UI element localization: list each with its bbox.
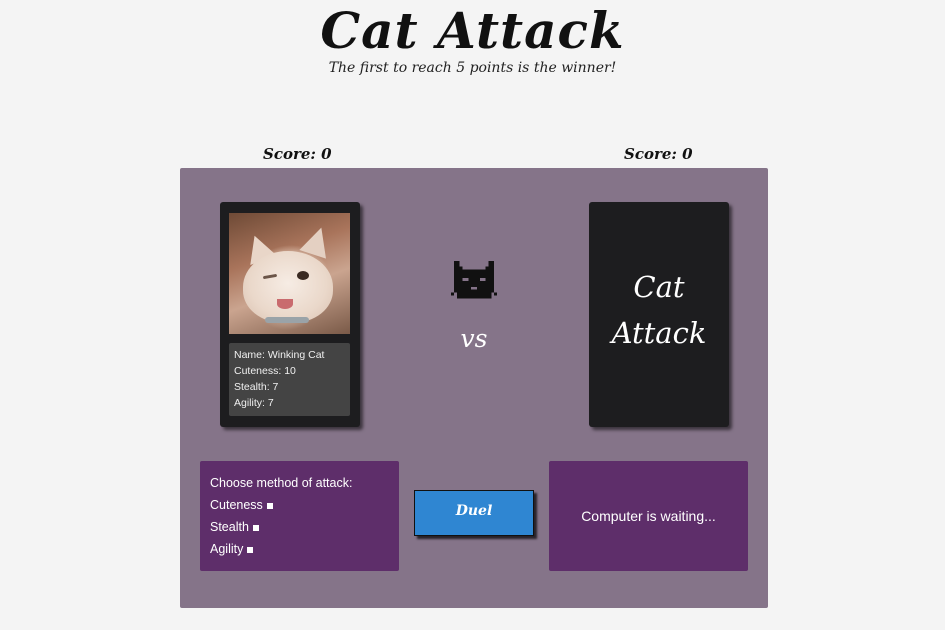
card-back-line2: Attack [611, 316, 707, 350]
checkbox-icon[interactable] [247, 546, 254, 553]
stat-agility: Agility: 7 [234, 397, 274, 409]
game-subtitle: The first to reach 5 points is the winne… [328, 60, 617, 76]
computer-status-text: Computer is waiting... [581, 508, 716, 524]
game-title: Cat Attack [320, 1, 625, 60]
cat-photo [229, 213, 350, 334]
attack-prompt: Choose method of attack: [210, 476, 353, 490]
player-score: Score: 0 [263, 145, 332, 163]
attack-option-label: Stealth [210, 520, 249, 534]
attack-option-agility[interactable]: Agility [210, 541, 389, 563]
attack-option-label: Cuteness [210, 498, 263, 512]
cat-face-icon [451, 258, 497, 304]
stat-name: Name: Winking Cat [234, 349, 325, 361]
stat-cuteness: Cuteness: 10 [234, 365, 296, 377]
card-back-line1: Cat [633, 270, 685, 304]
card-back-title: Cat Attack [589, 264, 729, 356]
attack-option-stealth[interactable]: Stealth [210, 519, 389, 541]
vs-label: vs [460, 324, 488, 353]
checkbox-icon[interactable] [252, 524, 259, 531]
checkbox-icon[interactable] [266, 502, 273, 509]
attack-option-cuteness[interactable]: Cuteness [210, 497, 389, 519]
stat-stealth: Stealth: 7 [234, 381, 279, 393]
computer-score: Score: 0 [624, 145, 693, 163]
duel-button[interactable]: Duel [414, 490, 534, 536]
player-card: Name: Winking Cat Cuteness: 10 Stealth: … [220, 202, 360, 427]
game-board: Name: Winking Cat Cuteness: 10 Stealth: … [180, 168, 768, 608]
computer-card: Cat Attack [589, 202, 729, 427]
card-stats: Name: Winking Cat Cuteness: 10 Stealth: … [229, 343, 350, 416]
attack-method-panel: Choose method of attack: Cuteness Stealt… [200, 461, 399, 571]
attack-option-label: Agility [210, 542, 244, 556]
computer-status-panel: Computer is waiting... [549, 461, 748, 571]
